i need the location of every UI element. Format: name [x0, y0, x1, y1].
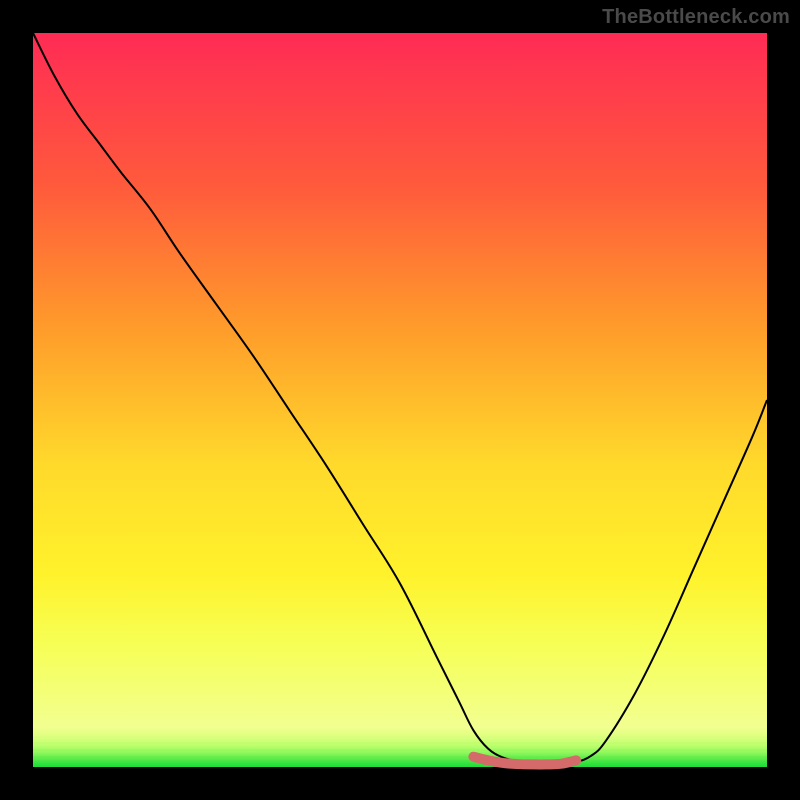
plot-area: [33, 33, 767, 767]
chart-svg: [0, 0, 800, 800]
watermark-text: TheBottleneck.com: [602, 6, 790, 29]
chart-stage: TheBottleneck.com: [0, 0, 800, 800]
